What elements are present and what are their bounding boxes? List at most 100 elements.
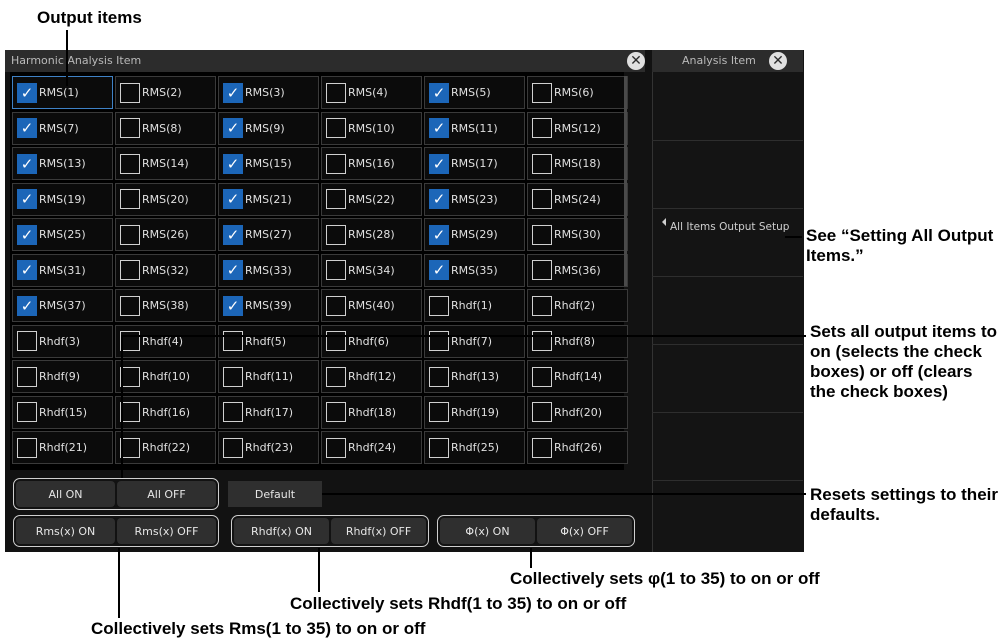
- checkbox-unchecked-icon[interactable]: [532, 437, 552, 458]
- output-item[interactable]: Rhdf(16): [115, 395, 216, 429]
- rms-off-button[interactable]: Rms(x) OFF: [117, 518, 216, 544]
- output-item[interactable]: ✓ RMS(37): [12, 289, 113, 322]
- output-item[interactable]: RMS(2): [115, 76, 216, 109]
- output-item[interactable]: Rhdf(21): [12, 431, 113, 464]
- side-panel-close-icon[interactable]: ✕: [769, 52, 787, 70]
- output-item[interactable]: ✓ RMS(35): [424, 253, 525, 287]
- all-items-output-setup-button[interactable]: All Items Output Setup: [670, 222, 790, 233]
- output-item[interactable]: ✓ RMS(5): [424, 76, 525, 109]
- output-item[interactable]: ✓ RMS(11): [424, 111, 525, 145]
- checkbox-checked-icon[interactable]: ✓: [223, 82, 243, 103]
- output-item[interactable]: ✓ RMS(21): [218, 182, 319, 216]
- checkbox-unchecked-icon[interactable]: [17, 437, 37, 458]
- checkbox-unchecked-icon[interactable]: [223, 437, 243, 458]
- output-item[interactable]: ✓ RMS(31): [12, 253, 113, 287]
- output-item[interactable]: Rhdf(23): [218, 431, 319, 464]
- checkbox-unchecked-icon[interactable]: [223, 331, 243, 351]
- output-item[interactable]: Rhdf(12): [321, 360, 422, 393]
- output-item[interactable]: Rhdf(13): [424, 360, 525, 393]
- output-item[interactable]: ✓ RMS(9): [218, 111, 319, 145]
- output-item[interactable]: Rhdf(4): [115, 324, 216, 358]
- output-item[interactable]: Rhdf(17): [218, 395, 319, 429]
- checkbox-checked-icon[interactable]: ✓: [17, 153, 37, 174]
- checkbox-unchecked-icon[interactable]: [120, 153, 140, 174]
- output-item[interactable]: Rhdf(11): [218, 360, 319, 393]
- checkbox-unchecked-icon[interactable]: [120, 331, 140, 351]
- checkbox-unchecked-icon[interactable]: [120, 82, 140, 103]
- rhdf-on-button[interactable]: Rhdf(x) ON: [234, 518, 329, 544]
- output-item[interactable]: RMS(22): [321, 182, 422, 216]
- checkbox-unchecked-icon[interactable]: [326, 260, 346, 280]
- checkbox-unchecked-icon[interactable]: [532, 402, 552, 422]
- output-item[interactable]: Rhdf(1): [424, 289, 525, 322]
- output-item[interactable]: RMS(28): [321, 218, 422, 251]
- checkbox-unchecked-icon[interactable]: [17, 366, 37, 387]
- checkbox-unchecked-icon[interactable]: [532, 295, 552, 316]
- output-item[interactable]: Rhdf(15): [12, 395, 113, 429]
- output-item[interactable]: RMS(38): [115, 289, 216, 322]
- checkbox-unchecked-icon[interactable]: [17, 402, 37, 422]
- output-item[interactable]: Rhdf(19): [424, 395, 525, 429]
- output-item[interactable]: ✓ RMS(29): [424, 218, 525, 251]
- checkbox-checked-icon[interactable]: ✓: [17, 118, 37, 138]
- checkbox-unchecked-icon[interactable]: [429, 366, 449, 387]
- grid-scrollbar[interactable]: [624, 76, 627, 286]
- checkbox-checked-icon[interactable]: ✓: [17, 260, 37, 280]
- output-item[interactable]: RMS(24): [527, 182, 628, 216]
- checkbox-unchecked-icon[interactable]: [326, 366, 346, 387]
- checkbox-unchecked-icon[interactable]: [326, 82, 346, 103]
- output-item[interactable]: Rhdf(9): [12, 360, 113, 393]
- checkbox-checked-icon[interactable]: ✓: [223, 260, 243, 280]
- output-item[interactable]: Rhdf(8): [527, 324, 628, 358]
- checkbox-checked-icon[interactable]: ✓: [223, 224, 243, 245]
- all-off-button[interactable]: All OFF: [117, 481, 216, 507]
- checkbox-unchecked-icon[interactable]: [532, 189, 552, 209]
- output-item[interactable]: Rhdf(24): [321, 431, 422, 464]
- checkbox-unchecked-icon[interactable]: [120, 295, 140, 316]
- checkbox-checked-icon[interactable]: ✓: [429, 189, 449, 209]
- checkbox-checked-icon[interactable]: ✓: [17, 224, 37, 245]
- checkbox-checked-icon[interactable]: ✓: [17, 189, 37, 209]
- checkbox-unchecked-icon[interactable]: [429, 402, 449, 422]
- output-item[interactable]: RMS(4): [321, 76, 422, 109]
- output-item[interactable]: Rhdf(2): [527, 289, 628, 322]
- checkbox-unchecked-icon[interactable]: [532, 260, 552, 280]
- output-item[interactable]: ✓ RMS(27): [218, 218, 319, 251]
- checkbox-unchecked-icon[interactable]: [429, 295, 449, 316]
- default-button[interactable]: Default: [228, 481, 322, 507]
- checkbox-unchecked-icon[interactable]: [532, 118, 552, 138]
- all-on-button[interactable]: All ON: [16, 481, 115, 507]
- output-item[interactable]: ✓ RMS(15): [218, 147, 319, 180]
- checkbox-checked-icon[interactable]: ✓: [223, 189, 243, 209]
- output-item[interactable]: RMS(40): [321, 289, 422, 322]
- output-item[interactable]: RMS(32): [115, 253, 216, 287]
- checkbox-unchecked-icon[interactable]: [120, 118, 140, 138]
- output-item[interactable]: ✓ RMS(17): [424, 147, 525, 180]
- rhdf-off-button[interactable]: Rhdf(x) OFF: [331, 518, 426, 544]
- output-item[interactable]: RMS(20): [115, 182, 216, 216]
- checkbox-unchecked-icon[interactable]: [326, 437, 346, 458]
- checkbox-unchecked-icon[interactable]: [532, 224, 552, 245]
- checkbox-unchecked-icon[interactable]: [223, 402, 243, 422]
- checkbox-unchecked-icon[interactable]: [120, 189, 140, 209]
- checkbox-unchecked-icon[interactable]: [120, 437, 140, 458]
- checkbox-checked-icon[interactable]: ✓: [223, 118, 243, 138]
- checkbox-unchecked-icon[interactable]: [326, 295, 346, 316]
- output-item[interactable]: ✓ RMS(33): [218, 253, 319, 287]
- checkbox-unchecked-icon[interactable]: [532, 331, 552, 351]
- checkbox-unchecked-icon[interactable]: [326, 189, 346, 209]
- checkbox-unchecked-icon[interactable]: [326, 118, 346, 138]
- checkbox-checked-icon[interactable]: ✓: [429, 153, 449, 174]
- output-item[interactable]: RMS(26): [115, 218, 216, 251]
- output-item[interactable]: ✓ RMS(7): [12, 111, 113, 145]
- output-item[interactable]: RMS(36): [527, 253, 628, 287]
- checkbox-checked-icon[interactable]: ✓: [223, 153, 243, 174]
- checkbox-unchecked-icon[interactable]: [326, 153, 346, 174]
- checkbox-unchecked-icon[interactable]: [326, 224, 346, 245]
- checkbox-unchecked-icon[interactable]: [326, 331, 346, 351]
- output-item[interactable]: RMS(6): [527, 76, 628, 109]
- output-item[interactable]: Rhdf(26): [527, 431, 628, 464]
- checkbox-unchecked-icon[interactable]: [532, 82, 552, 103]
- output-item[interactable]: RMS(18): [527, 147, 628, 180]
- checkbox-unchecked-icon[interactable]: [120, 366, 140, 387]
